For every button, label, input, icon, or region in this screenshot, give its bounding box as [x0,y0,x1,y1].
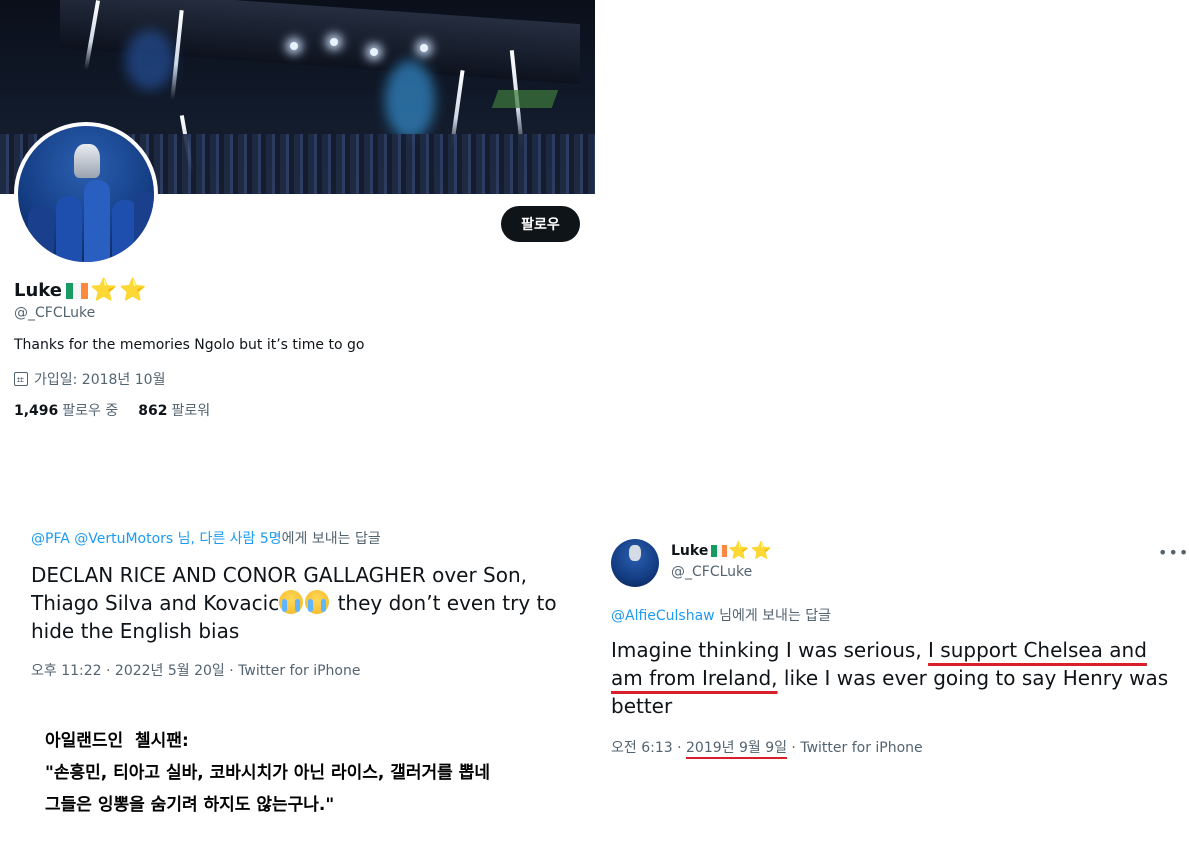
profile-name: Luke ⭐ ⭐ [14,277,147,303]
reply-mention-link[interactable]: @AlfieCulshaw [611,608,715,624]
profile-stats: 1,496 팔로우 중 862 팔로워 [14,400,210,420]
profile-bio: Thanks for the memories Ngolo but it’s t… [14,337,365,353]
profile-handle: @_CFCLuke [14,305,96,321]
following-count: 1,496 [14,403,59,419]
tweet2-underlined-text: am from Ireland, [611,666,778,690]
profile-display-name: Luke [14,280,62,301]
followers-label: 팔로워 [171,403,211,419]
ireland-flag-icon [711,545,728,557]
profile-avatar[interactable] [14,122,158,266]
tweet2-date: 2019년 9월 9일 [686,740,787,756]
caption-line: 아일랜드인 첼시팬: [45,731,189,751]
more-options-icon[interactable]: ••• [1158,543,1188,563]
tweet2-underlined-text: I support Chelsea and [928,638,1147,662]
tweet2-display-name: Luke [671,543,709,559]
reply-suffix: 님에게 보내는 답글 [714,608,832,624]
tweet1-meta[interactable]: 오후 11:22 · 2022년 5월 20일 · Twitter for iP… [31,660,360,680]
reply-mentions-link[interactable]: @PFA @VertuMotors [31,531,173,547]
tweet2-avatar[interactable] [611,539,659,587]
tweet2-text: Imagine thinking I was serious, I suppor… [611,636,1181,720]
followers-count: 862 [138,403,168,419]
tweet2-reply-context: @AlfieCulshaw 님에게 보내는 답글 [611,605,831,625]
star-icon: ⭐ [728,541,750,561]
tweet1-text: DECLAN RICE AND CONOR GALLAGHER over Son… [31,561,591,645]
calendar-icon [14,372,28,386]
crying-face-icon [279,590,304,614]
ireland-flag-icon [65,282,88,299]
following-label: 팔로우 중 [62,403,119,419]
tweet2-source: · Twitter for iPhone [786,740,923,756]
crying-face-icon [305,590,330,614]
tweet2-time: 오전 6:13 · [611,740,686,756]
caption-line: "손흥민, 티아고 실바, 코바시치가 아닌 라이스, 갤러거를 뽑네 [45,763,491,783]
profile-joined: 가입일: 2018년 10월 [14,369,165,389]
caption-line: 그들은 잉뽕을 숨기려 하지도 않는구나." [45,795,335,815]
tweet2-text-part1: Imagine thinking I was serious, [611,638,929,662]
following-link[interactable]: 1,496 팔로우 중 [14,400,118,420]
star-icon: ⭐ [119,277,147,303]
followers-link[interactable]: 862 팔로워 [138,400,210,420]
korean-caption: 아일랜드인 첼시팬: "손흥민, 티아고 실바, 코바시치가 아닌 라이스, 갤… [45,725,490,821]
tweet1-reply-context: @PFA @VertuMotors 님, 다른 사람 5명에게 보내는 답글 [31,528,381,548]
reply-others-link[interactable]: 님, 다른 사람 5명 [178,531,282,547]
follow-button[interactable]: 팔로우 [501,206,580,242]
tweet2-author-name[interactable]: Luke ⭐ ⭐ [671,541,772,561]
tweet2-meta[interactable]: 오전 6:13 · 2019년 9월 9일 · Twitter for iPho… [611,737,923,757]
joined-date: 가입일: 2018년 10월 [34,372,166,388]
star-icon: ⭐ [750,541,772,561]
star-icon: ⭐ [89,277,118,303]
reply-suffix: 에게 보내는 답글 [281,531,381,547]
tweet2-handle: @_CFCLuke [671,564,753,580]
